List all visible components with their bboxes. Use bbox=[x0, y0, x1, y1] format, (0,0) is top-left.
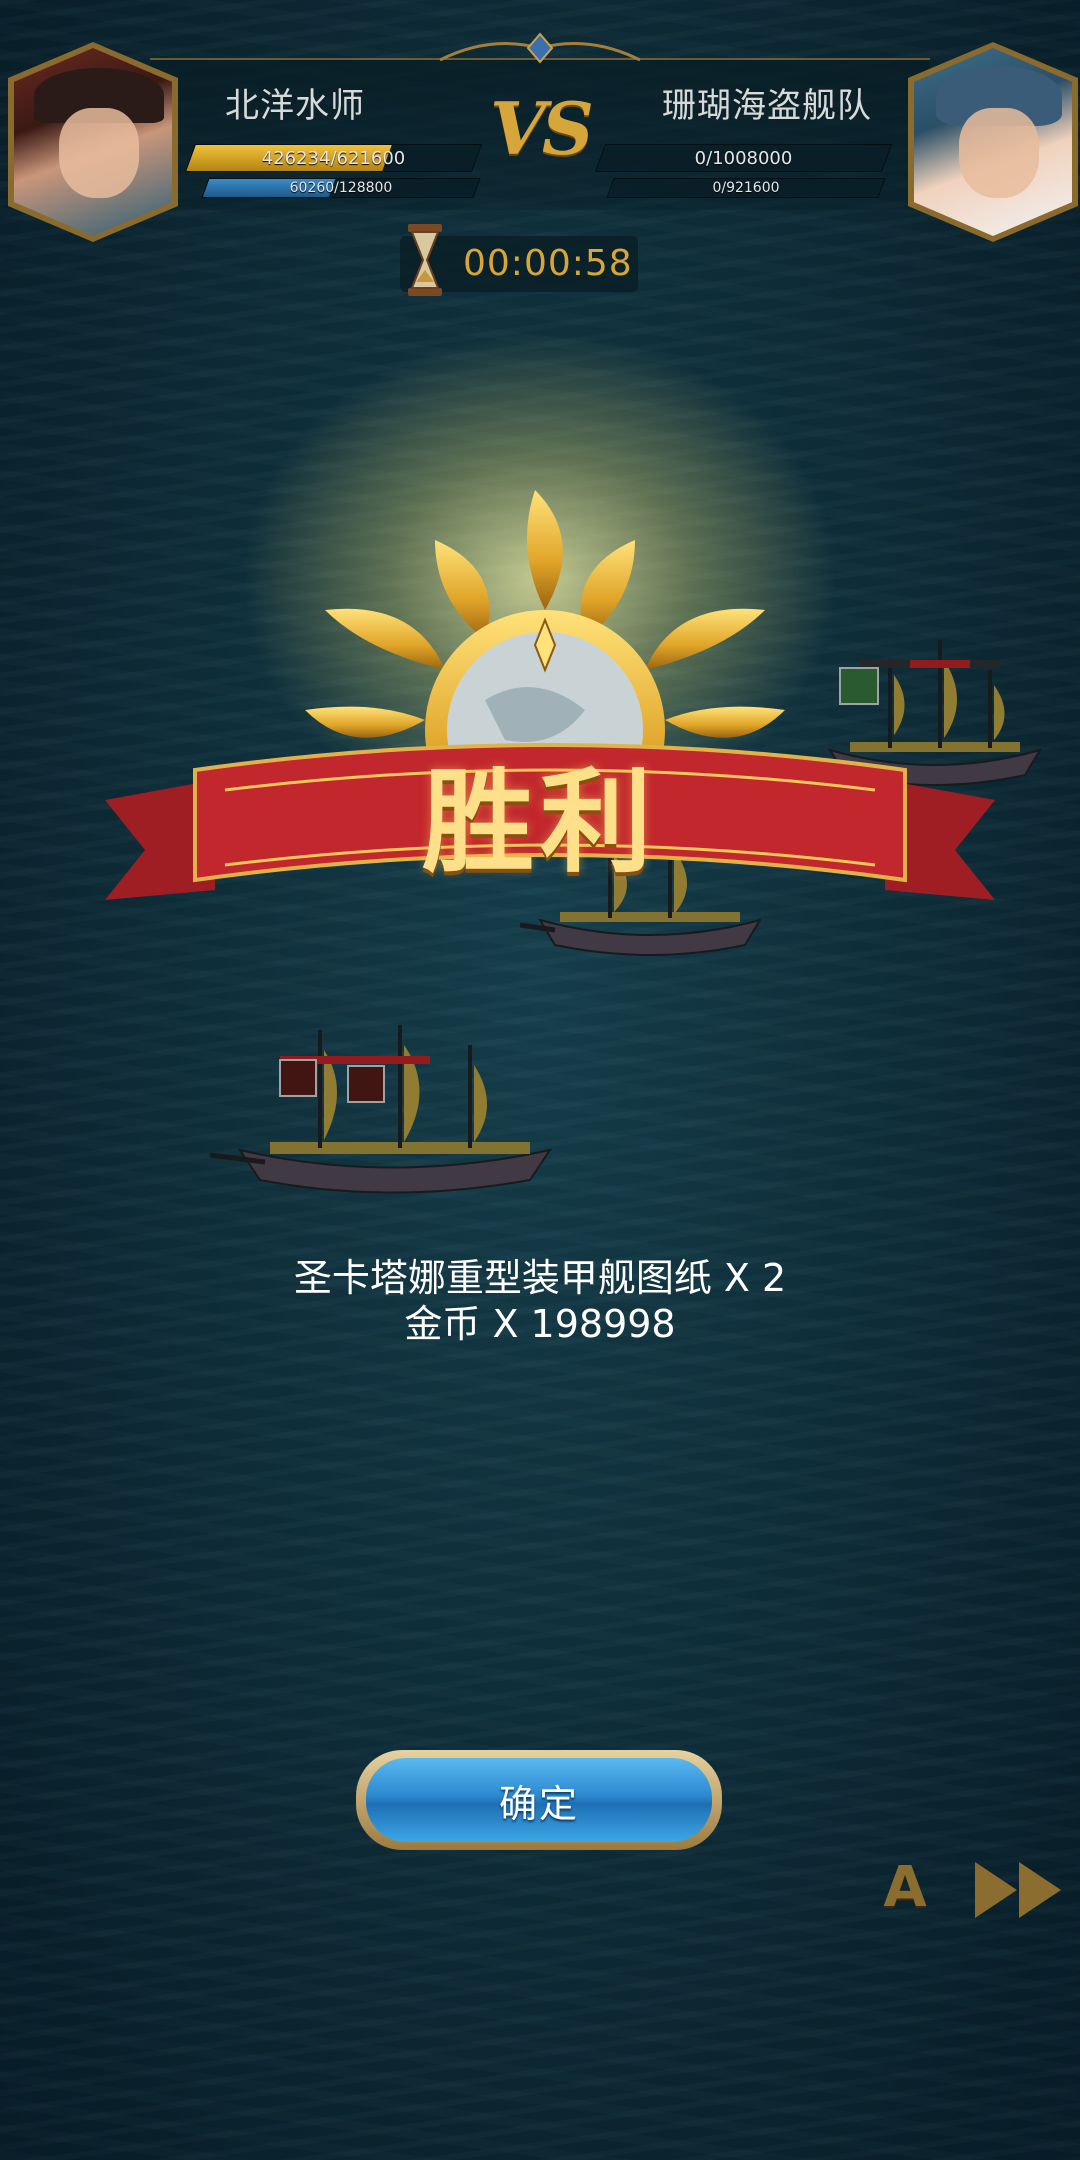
left-team-name: 北洋水师 bbox=[225, 86, 365, 126]
right-sub-text: 0/921600 bbox=[712, 180, 780, 196]
confirm-button[interactable]: 确定 bbox=[356, 1750, 722, 1850]
right-hp-text: 0/1008000 bbox=[694, 147, 793, 169]
left-hp-text: 426234/621600 bbox=[261, 147, 406, 169]
reward-item-gold: 金币 X 198998 bbox=[404, 1302, 676, 1346]
left-commander-avatar[interactable] bbox=[8, 42, 178, 242]
left-sub-text: 60260/128800 bbox=[289, 180, 393, 196]
left-sub-bar: 60260/128800 bbox=[201, 178, 481, 198]
right-hp-bar: 0/1008000 bbox=[594, 144, 893, 172]
battle-header: 北洋水师 VS 珊瑚海盗舰队 426234/621600 60260/12880… bbox=[0, 0, 1080, 296]
crest-ornament-icon bbox=[439, 32, 641, 64]
right-sub-bar: 0/921600 bbox=[606, 178, 886, 198]
right-team-name: 珊瑚海盗舰队 bbox=[662, 86, 872, 126]
confirm-button-label: 确定 bbox=[498, 1781, 579, 1826]
hourglass-icon bbox=[408, 224, 442, 296]
victory-title: 胜利 bbox=[422, 757, 658, 888]
battle-timer: 00:00:58 bbox=[463, 243, 633, 284]
player-ship bbox=[210, 1025, 553, 1194]
auto-battle-button[interactable]: A bbox=[875, 1858, 935, 1918]
left-hp-bar: 426234/621600 bbox=[184, 144, 483, 172]
right-commander-avatar[interactable] bbox=[908, 42, 1078, 242]
fast-forward-icon[interactable] bbox=[975, 1862, 1065, 1918]
vs-label: VS bbox=[490, 86, 594, 171]
